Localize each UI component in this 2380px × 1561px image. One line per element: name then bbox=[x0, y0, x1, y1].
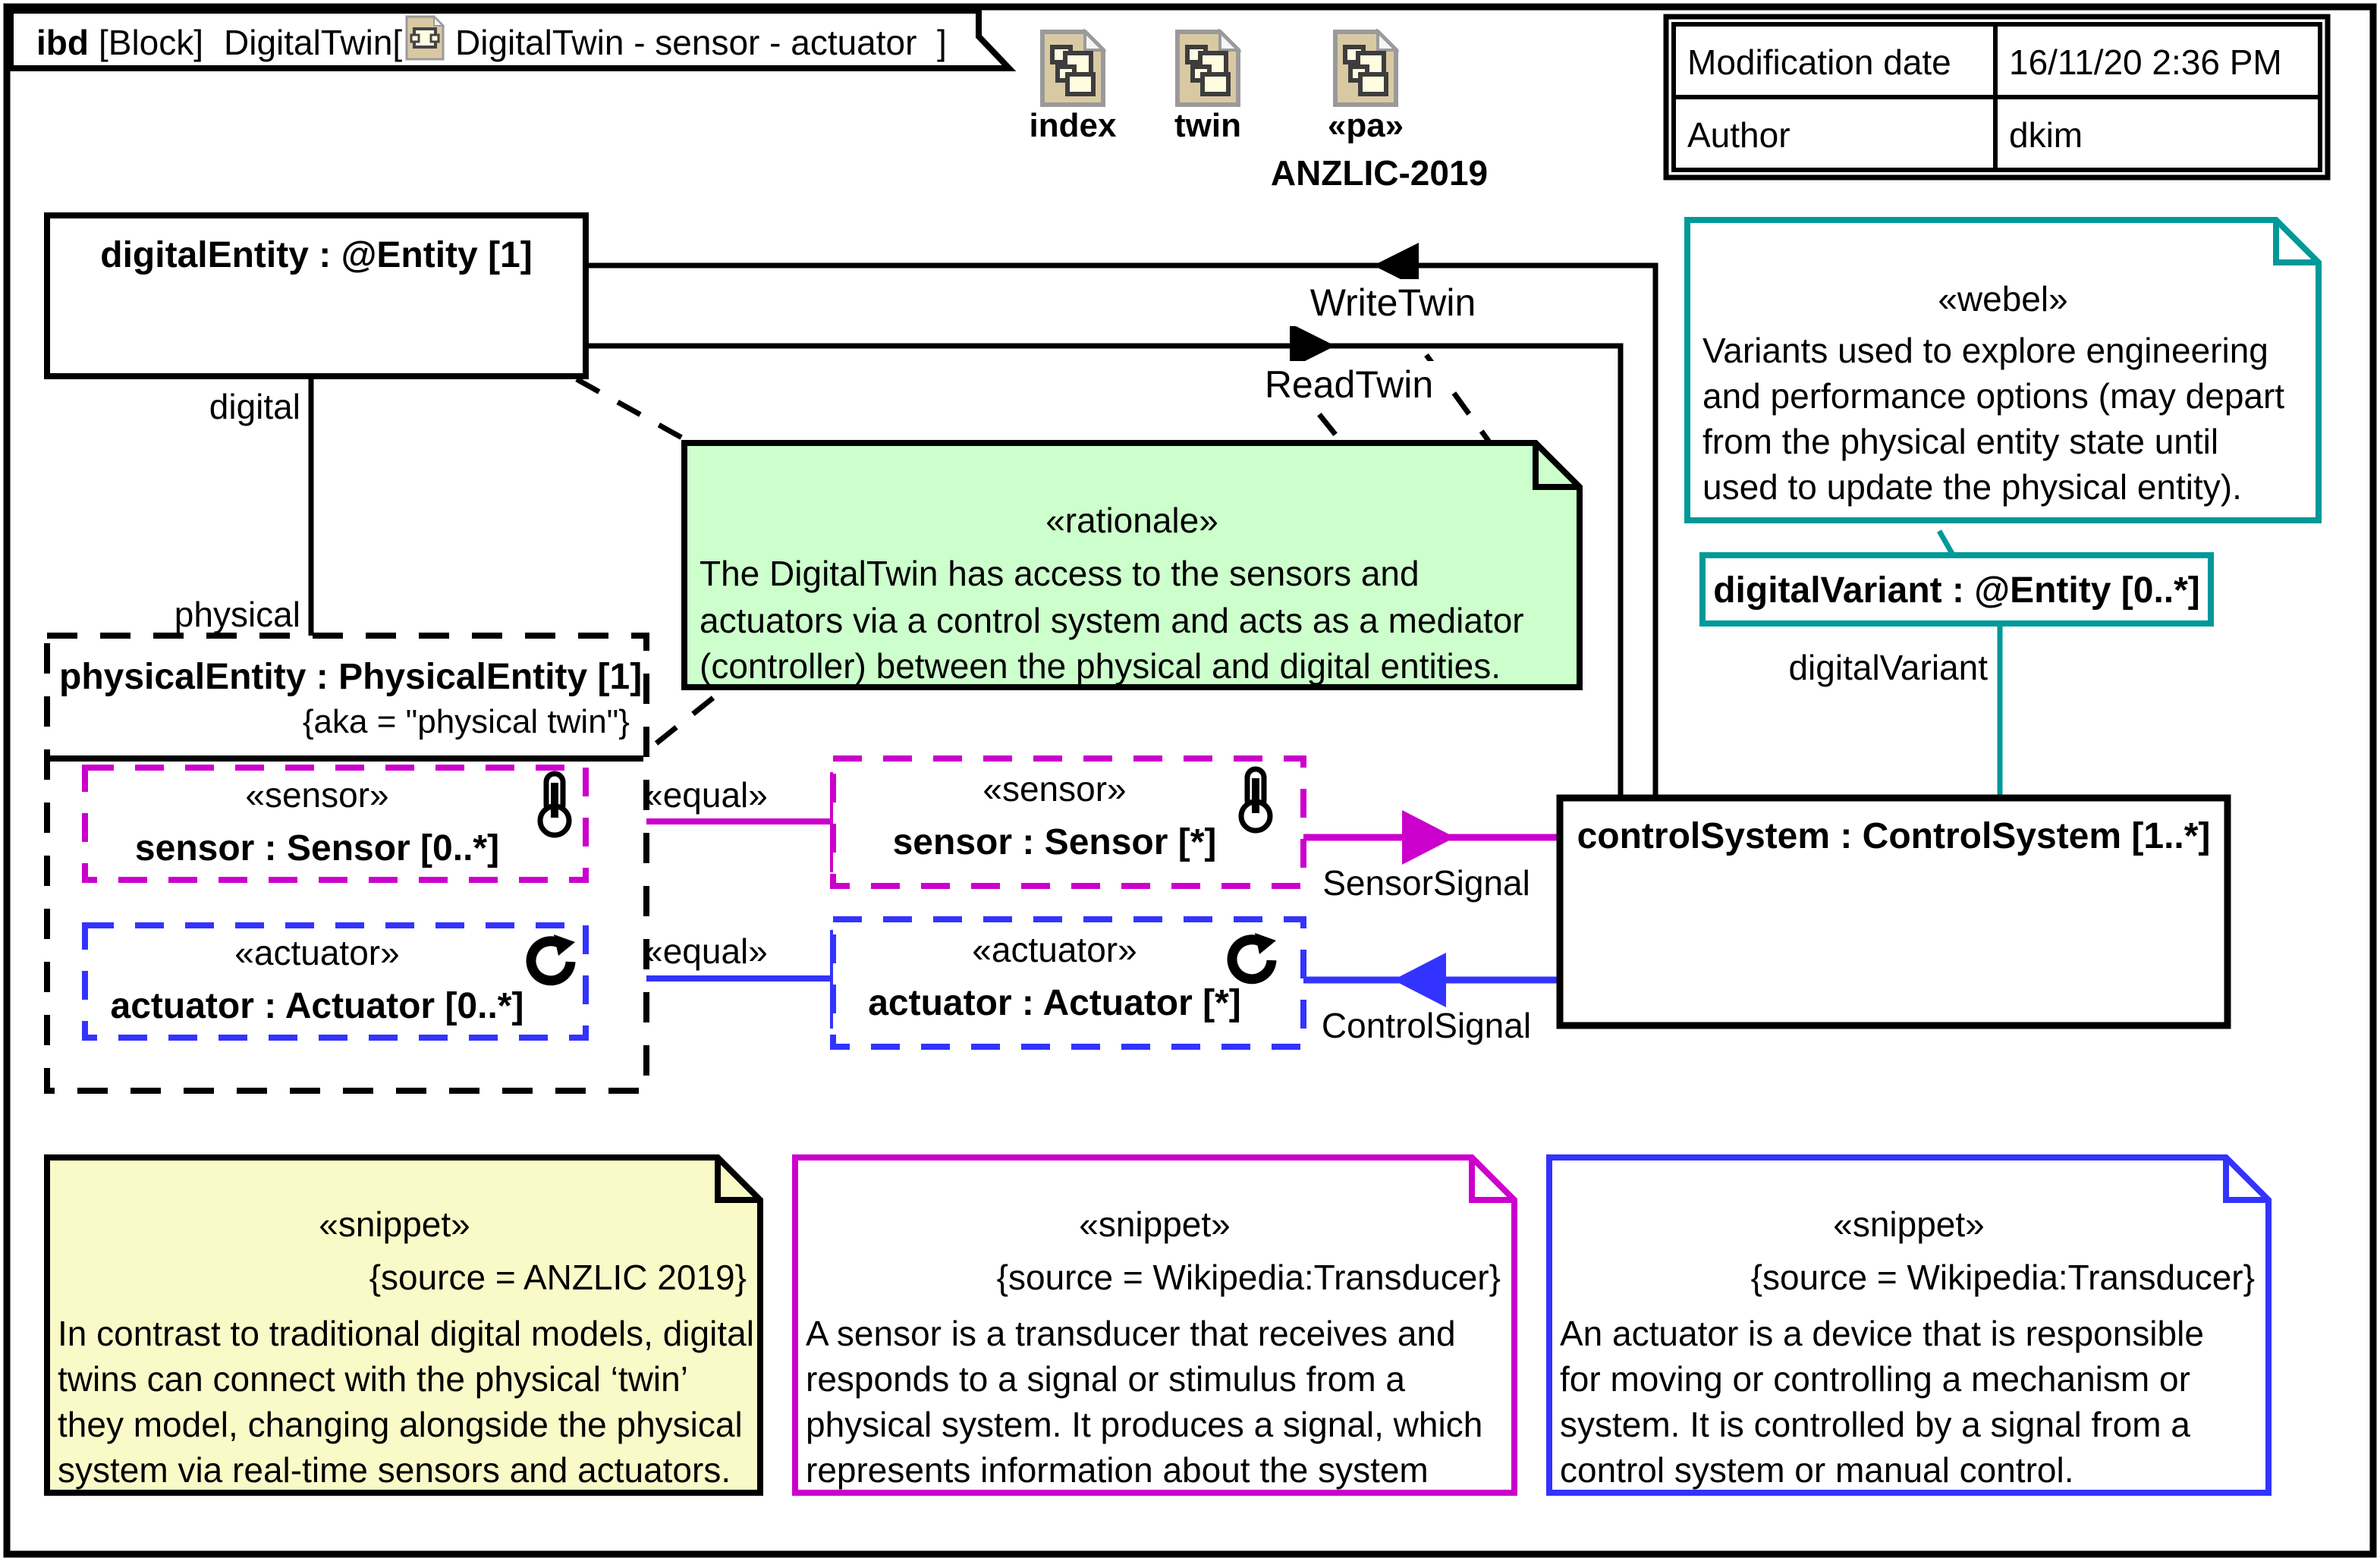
header-block-keyword: [Block] bbox=[99, 23, 203, 62]
note-line-webel-4: used to update the physical entity). bbox=[1702, 467, 2242, 507]
icon-label-pa: «pa» bbox=[1328, 107, 1404, 144]
note-line-webel-3: from the physical entity state until bbox=[1702, 422, 2218, 461]
part-stereotype-actuator-right: «actuator» bbox=[972, 930, 1137, 969]
part-label-actuator-right: actuator : Actuator [*] bbox=[868, 983, 1241, 1023]
icon-label-index: index bbox=[1030, 107, 1117, 144]
header-close-bracket: ] bbox=[937, 23, 947, 62]
thermometer-icon bbox=[1238, 766, 1273, 834]
note-source-snippet-sensor: {source = Wikipedia:Transducer} bbox=[997, 1258, 1501, 1297]
document-icon[interactable] bbox=[1040, 28, 1107, 107]
note-line-snippet-anzlic-3: they model, changing alongside the physi… bbox=[58, 1405, 743, 1444]
connector-label-control-signal: ControlSignal bbox=[1322, 1006, 1531, 1045]
note-source-snippet-actuator: {source = Wikipedia:Transducer} bbox=[1751, 1258, 2255, 1297]
header-view-name: DigitalTwin - sensor - actuator bbox=[455, 23, 916, 62]
note-line-snippet-anzlic-1: In contrast to traditional digital model… bbox=[58, 1314, 754, 1353]
note-source-snippet-anzlic: {source = ANZLIC 2019} bbox=[369, 1258, 747, 1297]
part-label-sensor-left: sensor : Sensor [0..*] bbox=[135, 828, 499, 868]
metadata-value-modification-date: 16/11/20 2:36 PM bbox=[2009, 42, 2282, 82]
document-icon[interactable] bbox=[1175, 28, 1242, 107]
control-signal-connector bbox=[1282, 953, 1559, 1007]
connector-label-equal-sensor: «equal» bbox=[643, 775, 768, 815]
note-line-snippet-sensor-3: physical system. It produces a signal, w… bbox=[806, 1405, 1482, 1444]
note-stereotype-snippet-actuator: «snippet» bbox=[1833, 1205, 1985, 1244]
part-label-sensor-right: sensor : Sensor [*] bbox=[893, 822, 1217, 862]
connector-label-write-twin: WriteTwin bbox=[1310, 281, 1476, 324]
ibd-frame-icon bbox=[405, 14, 445, 61]
note-line-snippet-anzlic-2: twins can connect with the physical ‘twi… bbox=[58, 1359, 688, 1399]
note-stereotype-rationale: «rationale» bbox=[1045, 501, 1218, 540]
note-line-snippet-sensor-2: responds to a signal or stimulus from a bbox=[806, 1359, 1405, 1399]
block-label-digital-entity: digitalEntity : @Entity [1] bbox=[100, 235, 532, 275]
connector-label-equal-actuator: «equal» bbox=[643, 931, 768, 971]
connector-label-read-twin: ReadTwin bbox=[1265, 363, 1433, 406]
block-label-control-system: controlSystem : ControlSystem [1..*] bbox=[1577, 816, 2211, 856]
note-line-rationale-2: actuators via a control system and acts … bbox=[700, 601, 1524, 640]
note-line-snippet-actuator-2: for moving or controlling a mechanism or bbox=[1560, 1359, 2190, 1399]
connector-label-digital-variant: digitalVariant bbox=[1788, 648, 1988, 687]
diagram-canvas: ibd [Block] DigitalTwin[ DigitalTwin - s… bbox=[0, 0, 2380, 1561]
connector-label-digital: digital bbox=[209, 387, 300, 426]
block-label-digital-variant: digitalVariant : @Entity [0..*] bbox=[1713, 570, 2200, 611]
note-line-snippet-actuator-3: system. It is controlled by a signal fro… bbox=[1560, 1405, 2190, 1444]
connector-label-sensor-signal: SensorSignal bbox=[1322, 863, 1530, 903]
note-line-snippet-actuator-4: control system or manual control. bbox=[1560, 1450, 2074, 1490]
block-constraint-physical-entity: {aka = "physical twin"} bbox=[303, 703, 630, 740]
thermometer-icon bbox=[537, 771, 572, 838]
part-stereotype-sensor-right: «sensor» bbox=[982, 769, 1126, 809]
note-stereotype-snippet-anzlic: «snippet» bbox=[319, 1205, 470, 1244]
metadata-key-author: Author bbox=[1687, 115, 1791, 155]
note-line-rationale-1: The DigitalTwin has access to the sensor… bbox=[700, 554, 1420, 593]
note-line-webel-1: Variants used to explore engineering bbox=[1702, 331, 2268, 370]
icon-row-caption: ANZLIC-2019 bbox=[1271, 153, 1488, 193]
note-line-snippet-anzlic-4: system via real-time sensors and actuato… bbox=[58, 1450, 731, 1490]
block-label-physical-entity: physicalEntity : PhysicalEntity [1] bbox=[59, 657, 642, 697]
note-stereotype-webel: «webel» bbox=[1938, 279, 2067, 319]
metadata-value-author: dkim bbox=[2009, 115, 2083, 155]
metadata-key-modification-date: Modification date bbox=[1687, 42, 1951, 82]
note-line-webel-2: and performance options (may depart bbox=[1702, 376, 2284, 416]
note-line-snippet-sensor-1: A sensor is a transducer that receives a… bbox=[806, 1314, 1456, 1353]
part-stereotype-actuator-left: «actuator» bbox=[234, 933, 399, 972]
header-block-name: DigitalTwin[ bbox=[224, 23, 402, 62]
note-line-snippet-actuator-1: An actuator is a device that is responsi… bbox=[1560, 1314, 2204, 1353]
document-icon[interactable] bbox=[1333, 28, 1400, 107]
sensor-signal-connector bbox=[1282, 810, 1559, 865]
part-stereotype-sensor-left: «sensor» bbox=[245, 775, 388, 815]
note-line-snippet-sensor-4: represents information about the system bbox=[806, 1450, 1429, 1490]
part-label-actuator-left: actuator : Actuator [0..*] bbox=[111, 986, 524, 1026]
connector-label-physical: physical bbox=[174, 595, 300, 634]
icon-label-twin: twin bbox=[1174, 107, 1241, 144]
header-kind: ibd bbox=[36, 23, 89, 62]
note-line-rationale-3: (controller) between the physical and di… bbox=[700, 646, 1501, 686]
note-stereotype-snippet-sensor: «snippet» bbox=[1079, 1205, 1231, 1244]
